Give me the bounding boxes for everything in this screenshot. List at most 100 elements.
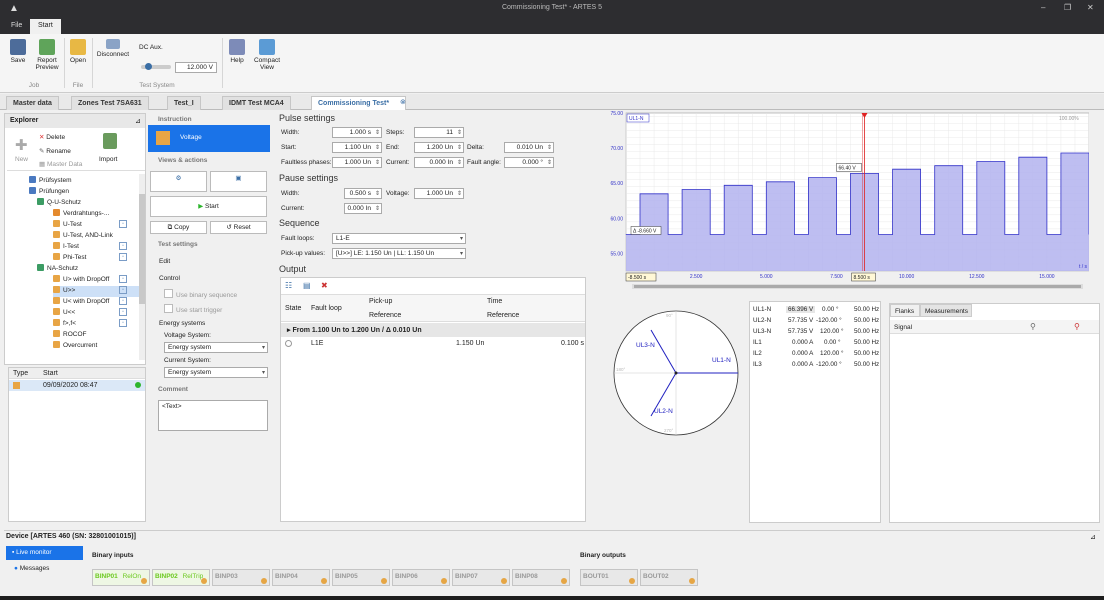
tab-close-icon[interactable]: ⊗ (400, 98, 406, 106)
tree-item[interactable]: Phi-Test ▫ (53, 253, 139, 264)
binary-input-6[interactable]: BINP06 (392, 569, 450, 586)
start-button[interactable]: ▶ Start (150, 196, 267, 217)
voltage-system-select[interactable]: Energy system (164, 342, 268, 353)
scrollbar-thumb[interactable] (139, 194, 145, 304)
fault-angle-input[interactable]: 0.000 ° (504, 157, 554, 168)
comment-textarea[interactable]: <Text> (158, 400, 268, 431)
pin-icon[interactable]: ⊿ (1090, 533, 1096, 541)
minimize-icon[interactable]: – (1041, 3, 1045, 12)
run-icon[interactable]: ▫ (119, 308, 127, 316)
master-data-button[interactable]: ▦ Master Data (39, 160, 82, 168)
binary-input-2[interactable]: BINP02 RelTrip (152, 569, 210, 586)
faultless-phases-input[interactable]: 1.000 Un (332, 157, 382, 168)
voltage-instruction-button[interactable]: Voltage (148, 125, 270, 152)
binary-input-7[interactable]: BINP07 (452, 569, 510, 586)
steps-input[interactable]: 11 (414, 127, 464, 138)
disconnect-button[interactable]: Disconnect (96, 39, 130, 58)
tree-item[interactable]: U-Test, AND-Link (53, 231, 139, 242)
tree-item-selected[interactable]: U>> ▫ (53, 286, 139, 297)
pause-voltage-input[interactable]: 1.000 Un (414, 188, 464, 199)
view-settings-button[interactable]: ⚙ (150, 171, 207, 192)
pulse-width-input[interactable]: 1.000 s (332, 127, 382, 138)
tab-measurements[interactable]: Measurements (920, 304, 972, 317)
pause-width-input[interactable]: 0.500 s (344, 188, 382, 199)
binary-output-2[interactable]: BOUT02 (640, 569, 698, 586)
chart-scrollbar-thumb[interactable] (634, 285, 1081, 288)
tree-item[interactable]: Prüfsystem (29, 176, 72, 187)
menu-file[interactable]: File (3, 19, 30, 34)
tree-item[interactable]: U-Test ▫ (53, 220, 139, 231)
flank-clear-icon[interactable]: ⚲ (1074, 322, 1080, 331)
import-label[interactable]: Import (99, 156, 117, 163)
table-view-icon[interactable]: ☷ (285, 281, 292, 290)
reset-button[interactable]: ↺ Reset (210, 221, 267, 234)
save-button[interactable]: Save (6, 39, 30, 64)
pulse-delta-input[interactable]: 0.010 Un (504, 142, 554, 153)
pin-icon[interactable]: ⊿ (135, 117, 141, 125)
binary-input-3[interactable]: BINP03 (212, 569, 270, 586)
menu-start[interactable]: Start (30, 19, 61, 34)
pulse-current-input[interactable]: 0.000 In (414, 157, 464, 168)
pickup-values-select[interactable]: [U>>] LE: 1.150 Un | LL: 1.150 Un (332, 248, 466, 259)
messages-button[interactable]: ● Messages (14, 565, 49, 572)
tree-item[interactable]: Verdrahtungs-... (53, 209, 139, 220)
tab-flanks[interactable]: Flanks (890, 304, 920, 317)
run-icon[interactable]: ▫ (119, 297, 127, 305)
current-system-select[interactable]: Energy system (164, 367, 268, 378)
tab-commissioning-test[interactable]: Commissioning Test* (311, 96, 407, 110)
tree-item[interactable]: ROCOF (53, 330, 139, 341)
run-icon[interactable]: ▫ (119, 319, 127, 327)
binary-output-1[interactable]: BOUT01 (580, 569, 638, 586)
binary-input-1[interactable]: BINP01 RelOn (92, 569, 150, 586)
open-button[interactable]: Open (67, 39, 89, 64)
tree-scrollbar[interactable] (139, 174, 145, 360)
output-group-row[interactable]: ▸ From 1.100 Un to 1.200 Un / Δ 0.010 Un (281, 323, 585, 337)
run-icon[interactable]: ▫ (119, 220, 127, 228)
tree-item[interactable]: U> with DropOff ▫ (53, 275, 139, 286)
binary-input-8[interactable]: BINP08 (512, 569, 570, 586)
tree-item[interactable]: I-Test ▫ (53, 242, 139, 253)
tab-zones-test[interactable]: Zones Test 7SA631 (71, 96, 149, 110)
live-monitor-button[interactable]: ▪ Live monitor (6, 546, 83, 560)
pulse-end-input[interactable]: 1.200 Un (414, 142, 464, 153)
tree-item[interactable]: Q-U-Schutz (37, 198, 81, 209)
tree-item[interactable]: Overcurrent (53, 341, 139, 352)
run-icon[interactable]: ▫ (119, 275, 127, 283)
voltage-chart[interactable]: 75.00 70.00 65.00 60.00 55.00 2.500 5.000 7.500… (604, 111, 1089, 307)
tree-item[interactable]: U< with DropOff ▫ (53, 297, 139, 308)
table-row[interactable]: 09/09/2020 08:47 (9, 380, 145, 391)
delete-button[interactable]: ✕ Delete (39, 133, 65, 141)
edit-link[interactable]: Edit (159, 258, 170, 265)
run-icon[interactable]: ▫ (119, 242, 127, 250)
fault-loops-select[interactable]: L1-E (332, 233, 466, 244)
tab-test-i[interactable]: Test_I (167, 96, 201, 110)
binary-input-4[interactable]: BINP04 (272, 569, 330, 586)
compact-view-button[interactable]: Compact View (251, 39, 283, 71)
rename-button[interactable]: ✎ Rename (39, 147, 71, 155)
tree-item[interactable]: U<< ▫ (53, 308, 139, 319)
flank-rise-icon[interactable]: ⚲ (1030, 322, 1036, 331)
report-preview-button[interactable]: Report Preview (32, 39, 62, 71)
table-row[interactable]: L1E 1.150 Un 0.100 s (281, 338, 585, 350)
pulse-start-input[interactable]: 1.100 Un (332, 142, 382, 153)
slider-thumb[interactable] (145, 63, 152, 70)
clear-icon[interactable]: ✖ (321, 281, 328, 290)
tab-idmt-test[interactable]: IDMT Test MCA4 (222, 96, 291, 110)
maximize-icon[interactable]: ❐ (1064, 3, 1071, 12)
tree-item[interactable]: NA-Schutz (37, 264, 78, 275)
view-signals-button[interactable]: ▣ (210, 171, 267, 192)
run-icon[interactable]: ▫ (119, 286, 127, 294)
tree-item[interactable]: f>,f< ▫ (53, 319, 139, 330)
tab-master-data[interactable]: Master data (6, 96, 59, 110)
close-icon[interactable]: ✕ (1087, 3, 1094, 12)
help-button[interactable]: Help (227, 39, 247, 64)
import-icon[interactable] (103, 133, 117, 149)
export-icon[interactable]: ▤ (303, 281, 311, 290)
use-binary-sequence-checkbox[interactable]: Use binary sequence (164, 289, 237, 299)
pause-current-input[interactable]: 0.000 In (344, 203, 382, 214)
tree-item[interactable]: Prüfungen (29, 187, 69, 198)
new-icon[interactable]: ✚ (15, 136, 28, 154)
binary-input-5[interactable]: BINP05 (332, 569, 390, 586)
dc-aux-input[interactable]: 12.000 V (175, 62, 217, 73)
dc-aux-slider[interactable] (141, 63, 171, 70)
